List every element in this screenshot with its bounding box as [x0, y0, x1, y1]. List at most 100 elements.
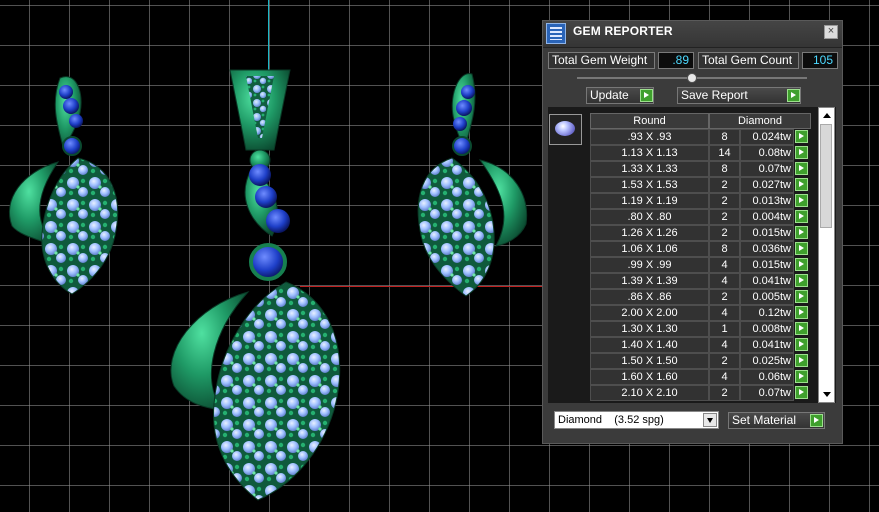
gem-count-cell: 1 [709, 321, 740, 337]
chevron-down-icon[interactable] [703, 413, 717, 427]
gem-size-cell: 1.50 X 1.50 [590, 353, 709, 369]
column-header-shape[interactable]: Round [590, 113, 709, 129]
close-icon: × [827, 25, 835, 37]
panel-titlebar[interactable]: GEM REPORTER × [543, 21, 842, 48]
table-row[interactable]: 2.00 X 2.00 4 0.12tw [590, 305, 826, 321]
play-arrow-icon[interactable] [795, 242, 808, 255]
gem-size-cell: 1.60 X 1.60 [590, 369, 709, 385]
gem-weight-cell: 0.036tw [740, 241, 794, 257]
total-gem-weight-value: .89 [658, 52, 694, 69]
gem-size-cell: 1.19 X 1.19 [590, 193, 709, 209]
play-arrow-icon[interactable] [795, 178, 808, 191]
gem-weight-cell: 0.07tw [740, 385, 794, 401]
table-row[interactable]: 1.19 X 1.19 2 0.013tw [590, 193, 826, 209]
scroll-thumb[interactable] [820, 124, 832, 228]
table-row[interactable]: 1.13 X 1.13 14 0.08tw [590, 145, 826, 161]
gem-size-cell: .99 X .99 [590, 257, 709, 273]
table-row[interactable]: 1.53 X 1.53 2 0.027tw [590, 177, 826, 193]
gem-weight-cell: 0.013tw [740, 193, 794, 209]
gem-size-cell: 1.30 X 1.30 [590, 321, 709, 337]
table-row[interactable]: .86 X .86 2 0.005tw [590, 289, 826, 305]
gem-count-cell: 14 [709, 145, 740, 161]
play-arrow-icon[interactable] [795, 306, 808, 319]
gem-weight-cell: 0.041tw [740, 337, 794, 353]
gem-size-cell: 1.06 X 1.06 [590, 241, 709, 257]
round-diamond-icon[interactable] [549, 114, 582, 145]
material-select[interactable]: Diamond (3.52 spg) [554, 411, 719, 429]
table-row[interactable]: 1.40 X 1.40 4 0.041tw [590, 337, 826, 353]
table-row[interactable]: 1.06 X 1.06 8 0.036tw [590, 241, 826, 257]
gem-weight-cell: 0.015tw [740, 225, 794, 241]
gem-count-cell: 2 [709, 353, 740, 369]
total-gem-count-value: 105 [802, 52, 838, 69]
total-gem-weight-label: Total Gem Weight [548, 52, 655, 69]
play-arrow-icon[interactable] [795, 370, 808, 383]
play-arrow-icon[interactable] [795, 354, 808, 367]
pendant [170, 69, 341, 501]
table-row[interactable]: 1.39 X 1.39 4 0.041tw [590, 273, 826, 289]
table-scrollbar[interactable] [818, 107, 835, 403]
gem-size-cell: .86 X .86 [590, 289, 709, 305]
gem-weight-cell: 0.005tw [740, 289, 794, 305]
table-row[interactable]: 1.60 X 1.60 4 0.06tw [590, 369, 826, 385]
left-earring [8, 76, 119, 295]
play-arrow-icon[interactable] [795, 290, 808, 303]
gem-size-cell: 2.10 X 2.10 [590, 385, 709, 401]
gem-size-cell: 1.53 X 1.53 [590, 177, 709, 193]
save-report-button-label: Save Report [681, 88, 748, 102]
gem-reporter-icon [546, 23, 566, 44]
gem-size-cell: 1.33 X 1.33 [590, 161, 709, 177]
gem-weight-cell: 0.027tw [740, 177, 794, 193]
scroll-down-icon[interactable] [819, 387, 834, 402]
play-arrow-icon[interactable] [795, 322, 808, 335]
table-row[interactable]: .80 X .80 2 0.004tw [590, 209, 826, 225]
gem-count-cell: 2 [709, 193, 740, 209]
table-row[interactable]: .99 X .99 4 0.015tw [590, 257, 826, 273]
column-header-material[interactable]: Diamond [709, 113, 811, 129]
gem-size-cell: .80 X .80 [590, 209, 709, 225]
play-arrow-icon[interactable] [795, 338, 808, 351]
table-row[interactable]: .93 X .93 8 0.024tw [590, 129, 826, 145]
table-row[interactable]: 1.33 X 1.33 8 0.07tw [590, 161, 826, 177]
gem-size-cell: 2.00 X 2.00 [590, 305, 709, 321]
play-arrow-icon[interactable] [795, 386, 808, 399]
play-arrow-icon[interactable] [795, 210, 808, 223]
play-arrow-icon[interactable] [795, 274, 808, 287]
play-arrow-icon[interactable] [795, 258, 808, 271]
gem-count-cell: 2 [709, 209, 740, 225]
play-arrow-icon[interactable] [795, 162, 808, 175]
right-earring [417, 73, 528, 297]
gem-weight-cell: 0.06tw [740, 369, 794, 385]
gem-count-cell: 8 [709, 241, 740, 257]
table-row[interactable]: 1.50 X 1.50 2 0.025tw [590, 353, 826, 369]
gem-count-cell: 2 [709, 177, 740, 193]
table-row[interactable]: 1.26 X 1.26 2 0.015tw [590, 225, 826, 241]
set-material-button[interactable]: Set Material [728, 412, 825, 429]
gem-size-cell: .93 X .93 [590, 129, 709, 145]
gem-size-cell: 1.13 X 1.13 [590, 145, 709, 161]
gem-weight-cell: 0.07tw [740, 161, 794, 177]
save-report-button[interactable]: Save Report [677, 87, 801, 104]
gem-count-cell: 2 [709, 225, 740, 241]
play-arrow-icon[interactable] [795, 194, 808, 207]
play-arrow-icon[interactable] [795, 146, 808, 159]
gem-count-cell: 4 [709, 369, 740, 385]
gem-count-cell: 2 [709, 385, 740, 401]
slider-handle[interactable] [687, 73, 697, 83]
table-row[interactable]: 1.30 X 1.30 1 0.008tw [590, 321, 826, 337]
gem-weight-cell: 0.08tw [740, 145, 794, 161]
scroll-up-icon[interactable] [819, 108, 834, 123]
material-select-value: Diamond (3.52 spg) [558, 414, 664, 426]
update-button-label: Update [590, 88, 629, 102]
table-row[interactable]: 2.10 X 2.10 2 0.07tw [590, 385, 826, 401]
gem-weight-cell: 0.004tw [740, 209, 794, 225]
set-material-button-label: Set Material [732, 413, 797, 427]
gem-count-cell: 4 [709, 305, 740, 321]
close-button[interactable]: × [824, 25, 838, 39]
play-arrow-icon[interactable] [795, 130, 808, 143]
play-arrow-icon[interactable] [795, 226, 808, 239]
update-button[interactable]: Update [586, 87, 654, 104]
gem-count-cell: 4 [709, 257, 740, 273]
gem-size-cell: 1.40 X 1.40 [590, 337, 709, 353]
play-arrow-icon [640, 89, 653, 102]
